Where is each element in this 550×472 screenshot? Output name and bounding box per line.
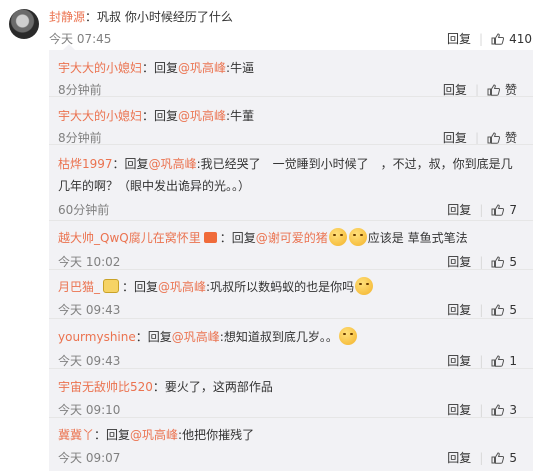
reply-button[interactable]: 回复 [447,352,471,369]
thumbs-up-icon[interactable] [491,203,505,216]
reply-button[interactable]: 回复 [447,201,471,218]
mention-link[interactable]: @巩高峰 [149,157,197,171]
thumbs-up-icon[interactable] [491,303,505,316]
reply-username[interactable]: 宇大大的小媳妇 [58,61,142,75]
reply-content: 月巴猫_ ：回复@巩高峰:巩叔所以数蚂蚁的也是你吗 [58,276,521,298]
divider: | [479,402,484,417]
divider: | [479,450,484,465]
reply-actions: 回复 | 3 [447,401,517,418]
divider: | [474,130,479,145]
reply-username[interactable]: 月巴猫_ [58,280,100,294]
reply-button[interactable]: 回复 [447,253,471,270]
reply-content: yourmyshine：回复@巩高峰:想知道叔到底几岁。。 [58,326,521,348]
reply-time: 今天 09:10 [58,403,121,417]
reply-content: 越大帅_QwQ腐儿在窝怀里 ：回复@谢可爱的猪 应该是 草鱼式笔法 [58,227,521,249]
like-count[interactable]: 3 [509,403,517,417]
reply-username[interactable]: yourmyshine [58,330,136,344]
emoji-icon [328,228,347,246]
comment-actions: 回复 | 410 [447,30,532,47]
divider: | [479,254,484,269]
like-count[interactable]: 5 [509,451,517,465]
reply-button[interactable]: 回复 [447,449,471,466]
reply-content: 宇大大的小媳妇：回复@巩高峰:牛逼 [58,61,255,75]
reply-item: 越大帅_QwQ腐儿在窝怀里 ：回复@谢可爱的猪 应该是 草鱼式笔法 今天 10:02… [49,220,533,270]
divider: | [474,82,479,97]
thumbs-up-icon[interactable] [491,255,505,268]
like-count[interactable]: 410 [509,32,532,46]
reply-content: 枯烨1997：回复@巩高峰:我已经哭了 一觉睡到小时候了 ，不过，叔，你到底是几… [58,157,513,193]
reply-item: 宇宙无敌帅比520：要火了，这两部作品 今天 09:10 回复 | 3 [49,368,533,418]
comment-username[interactable]: 封静源 [49,10,85,24]
reply-button[interactable]: 回复 [447,30,471,47]
reply-actions: 回复 | 1 [447,352,517,369]
emoji-icon [338,327,357,345]
thumbs-up-icon[interactable] [491,354,505,367]
reply-actions: 回复 | 7 [447,201,517,218]
reply-content: 宇大大的小媳妇：回复@巩高峰:牛董 [58,109,255,123]
reply-time: 今天 09:43 [58,303,121,317]
thumbs-up-icon[interactable] [487,83,500,96]
reply-time: 今天 09:07 [58,451,121,465]
comment-text: ：巩叔 你小时候经历了什么 [85,10,233,24]
reply-username[interactable]: 冀冀丫 [58,428,94,442]
thumbs-up-icon[interactable] [491,32,505,45]
top-comment: 封静源：巩叔 你小时候经历了什么 今天 07:45 回复 | 410 [0,0,550,50]
member-badge-icon [203,232,217,243]
comment-line: 封静源：巩叔 你小时候经历了什么 [49,8,233,26]
mention-link[interactable]: @巩高峰 [178,109,226,123]
reply-time: 60分钟前 [58,203,110,217]
thumbs-up-icon[interactable] [487,131,500,144]
mention-link[interactable]: @巩高峰 [178,61,226,75]
like-count[interactable]: 7 [509,203,517,217]
reply-username[interactable]: 越大帅_QwQ腐儿在窝怀里 [58,231,201,245]
like-count[interactable]: 1 [509,354,517,368]
emoji-icon [355,277,374,295]
avatar[interactable] [9,9,39,39]
reply-item: 宇大大的小媳妇：回复@巩高峰:牛董 8分钟前 回复 | 赞 [49,96,533,145]
reply-username[interactable]: 宇宙无敌帅比520 [58,380,153,394]
thumbs-up-icon[interactable] [491,403,505,416]
cat-badge-icon [103,279,120,293]
reply-item: 冀冀丫：回复@巩高峰:他把你摧残了 今天 09:07 回复 | 5 [49,417,533,472]
divider: | [479,353,484,368]
like-count[interactable]: 5 [509,255,517,269]
reply-time: 今天 10:02 [58,255,121,269]
reply-item: 枯烨1997：回复@巩高峰:我已经哭了 一觉睡到小时候了 ，不过，叔，你到底是几… [49,144,533,221]
reply-item: 宇大大的小媳妇：回复@巩高峰:牛逼 8分钟前 回复 | 赞 [49,50,533,97]
reply-button[interactable]: 回复 [447,301,471,318]
reply-item: 月巴猫_ ：回复@巩高峰:巩叔所以数蚂蚁的也是你吗 今天 09:43 回复 | 5 [49,269,533,319]
mention-link[interactable]: @巩高峰 [158,280,206,294]
mention-link[interactable]: @巩高峰 [130,428,178,442]
replies-panel: 宇大大的小媳妇：回复@巩高峰:牛逼 8分钟前 回复 | 赞 宇大大的小媳妇：回复@… [49,44,533,472]
reply-content: 冀冀丫：回复@巩高峰:他把你摧残了 [58,428,255,442]
reply-actions: 回复 | 5 [447,449,517,466]
reply-item: yourmyshine：回复@巩高峰:想知道叔到底几岁。。 今天 09:43 回… [49,318,533,369]
reply-actions: 回复 | 5 [447,253,517,270]
reply-content: 宇宙无敌帅比520：要火了，这两部作品 [58,380,273,394]
comment-time: 今天 07:45 [49,32,112,46]
mention-link[interactable]: @巩高峰 [172,330,220,344]
reply-username[interactable]: 枯烨1997 [58,157,113,171]
mention-link[interactable]: @谢可爱的猪 [256,231,328,245]
reply-time: 今天 09:43 [58,354,121,368]
reply-username[interactable]: 宇大大的小媳妇 [58,109,142,123]
thumbs-up-icon[interactable] [491,451,505,464]
divider: | [479,31,484,46]
emoji-icon [348,228,367,246]
reply-button[interactable]: 回复 [447,401,471,418]
reply-actions: 回复 | 5 [447,301,517,318]
divider: | [479,202,484,217]
like-count[interactable]: 5 [509,303,517,317]
divider: | [479,302,484,317]
